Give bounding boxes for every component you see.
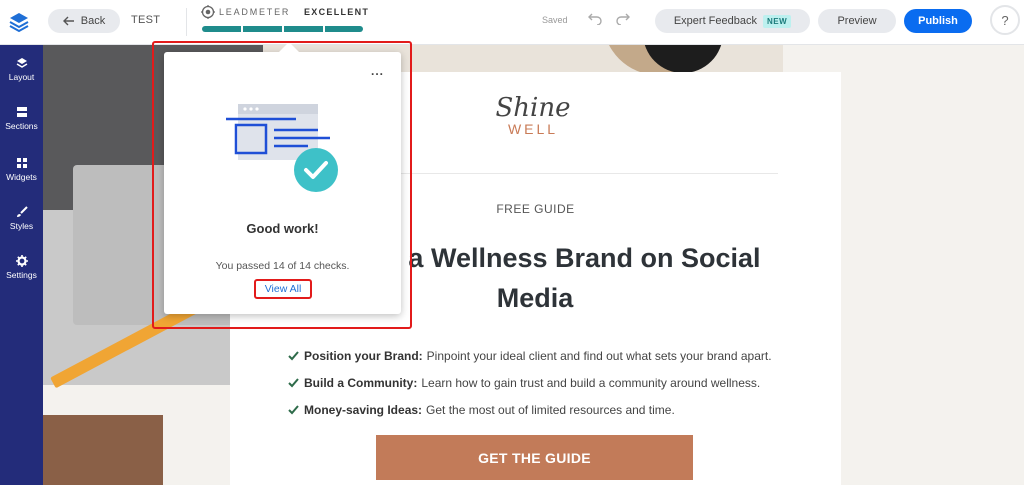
list-item[interactable]: Money-saving Ideas: Get the most out of … bbox=[288, 396, 772, 423]
brand-caps: WELL bbox=[507, 121, 559, 137]
help-button[interactable]: ? bbox=[990, 5, 1020, 35]
list-item[interactable]: Position your Brand: Pinpoint your ideal… bbox=[288, 342, 772, 369]
sidebar-item-label: Layout bbox=[8, 72, 35, 82]
divider bbox=[186, 8, 187, 36]
sidebar-item-label: Styles bbox=[9, 221, 34, 231]
leadmeter-segment bbox=[284, 26, 323, 32]
redo-icon[interactable] bbox=[616, 13, 632, 25]
left-sidebar: Layout Sections Widgets Styles Settings bbox=[0, 45, 43, 485]
bullet-title: Position your Brand: bbox=[304, 348, 423, 363]
arrow-left-icon bbox=[62, 16, 74, 26]
benefit-list: Position your Brand: Pinpoint your ideal… bbox=[288, 342, 772, 423]
check-icon bbox=[288, 405, 299, 415]
bullet-title: Build a Community: bbox=[304, 375, 418, 390]
leadmeter-segment bbox=[325, 26, 363, 32]
highlight-box bbox=[152, 41, 412, 329]
brand-logo[interactable]: Shine WELL bbox=[493, 95, 573, 150]
sections-icon bbox=[16, 107, 27, 117]
check-icon bbox=[288, 378, 299, 388]
expert-feedback-label: Expert Feedback bbox=[673, 15, 757, 27]
widgets-icon bbox=[16, 158, 27, 168]
bullet-title: Money-saving Ideas: bbox=[304, 402, 423, 417]
expert-feedback-button[interactable]: Expert Feedback NEW bbox=[655, 9, 810, 33]
leadmeter-label[interactable]: LEADMETER bbox=[219, 7, 290, 17]
back-label: Back bbox=[80, 15, 106, 27]
bullet-text: Learn how to gain trust and build a comm… bbox=[421, 375, 761, 390]
sidebar-item-widgets[interactable]: Widgets bbox=[0, 157, 43, 182]
new-badge: NEW bbox=[762, 14, 792, 28]
bullet-text: Pinpoint your ideal client and find out … bbox=[426, 348, 772, 363]
sidebar-item-layout[interactable]: Layout bbox=[0, 57, 43, 82]
layers-icon bbox=[16, 58, 27, 68]
gear-icon bbox=[15, 255, 28, 267]
leadmeter-rating[interactable]: EXCELLENT bbox=[304, 7, 369, 17]
brush-icon bbox=[16, 206, 28, 217]
saved-status: Saved bbox=[542, 15, 568, 25]
bullet-text: Get the most out of limited resources an… bbox=[426, 402, 675, 417]
sidebar-item-settings[interactable]: Settings bbox=[0, 255, 43, 280]
list-item[interactable]: Build a Community: Learn how to gain tru… bbox=[288, 369, 772, 396]
leadmeter-segment bbox=[202, 26, 241, 32]
preview-button[interactable]: Preview bbox=[818, 9, 896, 33]
brand-script: Shine bbox=[495, 93, 571, 123]
sidebar-item-styles[interactable]: Styles bbox=[0, 206, 43, 231]
app-logo-icon[interactable] bbox=[6, 9, 32, 35]
leadmeter-segment bbox=[243, 26, 282, 32]
sidebar-item-label: Settings bbox=[6, 270, 37, 280]
top-bar: Back TEST LEADMETER EXCELLENT Saved Expe… bbox=[0, 0, 1024, 45]
get-guide-button[interactable]: GET THE GUIDE bbox=[376, 435, 693, 480]
check-icon bbox=[288, 351, 299, 361]
page-name[interactable]: TEST bbox=[131, 14, 160, 26]
target-icon bbox=[201, 5, 215, 19]
leadmeter-bar[interactable] bbox=[202, 26, 363, 32]
undo-icon[interactable] bbox=[586, 13, 602, 25]
sidebar-item-label: Widgets bbox=[6, 172, 37, 182]
back-button[interactable]: Back bbox=[48, 9, 120, 33]
sidebar-item-label: Sections bbox=[5, 121, 38, 131]
publish-button[interactable]: Publish bbox=[904, 9, 972, 33]
notebook-image bbox=[43, 415, 163, 485]
sidebar-item-sections[interactable]: Sections bbox=[0, 106, 43, 131]
